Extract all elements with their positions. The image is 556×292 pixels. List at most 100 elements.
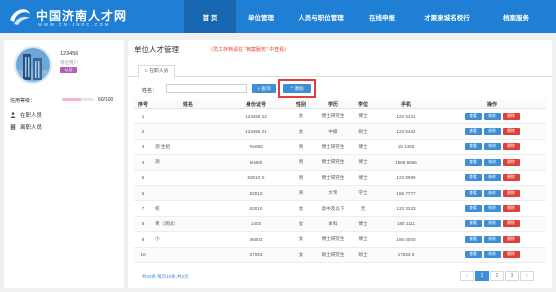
credit-label: 信用等级： xyxy=(10,98,36,104)
cell-education: 高中及以下 xyxy=(314,200,352,217)
edit-button[interactable]: 修改 xyxy=(483,143,501,151)
row-actions: 查看 修改 删除 xyxy=(438,220,546,228)
table-row: 10 37063 女硕士研究生 硕士 17563 6 查看 修改 删除 xyxy=(134,247,546,263)
delete-button[interactable]: 删除 xyxy=(502,235,520,243)
cell-row-index: 5 xyxy=(134,170,152,186)
cell-id-number: 46003 xyxy=(224,231,288,248)
delete-button[interactable]: 删除 xyxy=(502,112,520,120)
cell-education: 本科 xyxy=(314,216,352,233)
view-button[interactable]: 查看 xyxy=(464,251,482,259)
edit-button[interactable]: 修改 xyxy=(483,158,501,166)
edit-button[interactable]: 修改 xyxy=(483,189,501,197)
delete-button[interactable]: 删除 xyxy=(502,251,520,259)
cell-gender: 女 xyxy=(288,108,314,125)
cell-operations: 查看 修改 删除 xyxy=(438,185,546,202)
delete-button[interactable]: 删除 xyxy=(502,143,520,151)
cell-row-index: 10 xyxy=(134,247,152,263)
tab-employed[interactable]: ⌂ 在职人员 xyxy=(138,65,176,78)
credit-score: 60/100 xyxy=(98,97,114,103)
cell-id-number: 123456 22 xyxy=(224,108,288,125)
edit-button[interactable]: 修改 xyxy=(483,251,501,259)
sidebar-item-resigned[interactable]: 离职人员 xyxy=(4,121,124,133)
edit-button[interactable]: 修改 xyxy=(483,235,501,243)
plus-icon: + xyxy=(290,86,294,91)
delete-button[interactable]: 删除 xyxy=(502,158,520,166)
sidebar-item-employed[interactable]: 在职人员 xyxy=(4,109,124,121)
delete-button[interactable]: 删除 xyxy=(502,174,520,182)
table-row: 4测 test6h 男博士研究生 博士 1566 6666 查看 修改 删除 xyxy=(134,154,546,171)
table-row: 9小 46003 女博士研究生 博士 186 0000 查看 修改 删除 xyxy=(134,231,546,248)
edit-button[interactable]: 修改 xyxy=(483,220,501,228)
tab-bar: ⌂ 在职人员 xyxy=(128,62,552,78)
name-search-input[interactable] xyxy=(166,84,247,93)
view-button[interactable]: 查看 xyxy=(464,235,482,243)
cell-staff-name xyxy=(152,247,224,263)
delete-button[interactable]: 删除 xyxy=(502,128,520,136)
nav-campus-recruit[interactable]: 才聚泉城名校行 xyxy=(408,0,486,33)
search-button[interactable]: ⌕ 查询 xyxy=(252,84,276,93)
delete-button[interactable]: 删除 xyxy=(502,205,520,213)
site-logo[interactable]: 中国济南人才网 WWW.CN-JNRC.COM xyxy=(8,3,158,30)
view-button[interactable]: 查看 xyxy=(464,128,482,136)
cell-row-index: 4 xyxy=(134,154,152,171)
table-header-row: 序号 姓名 身份证号 性别 学历 学位 手机 操作 xyxy=(134,100,546,109)
cell-education: 博士研究生 xyxy=(314,108,352,125)
page-1-button[interactable]: 1 xyxy=(475,271,489,281)
nav-unit-management[interactable]: 单位管理 xyxy=(238,0,284,33)
cell-phone: 155 7777 xyxy=(374,185,438,202)
row-actions: 查看 修改 删除 xyxy=(438,251,546,259)
view-button[interactable]: 查看 xyxy=(464,189,482,197)
table-row: 7 校 63010 女高中及以下无 133 3333 查看 修改 删除 xyxy=(134,200,546,217)
cell-gender: 男 xyxy=(288,139,314,156)
cell-education: 博士研究生 xyxy=(314,139,352,156)
credit-progress-fill xyxy=(62,98,82,101)
view-button[interactable]: 查看 xyxy=(464,205,482,213)
edit-button[interactable]: 修改 xyxy=(483,174,501,182)
cell-education: 博士研究生 xyxy=(314,170,352,186)
cell-operations: 查看 修改 删除 xyxy=(438,123,546,140)
cell-operations: 查看 修改 删除 xyxy=(438,231,546,248)
table-row: 5 63010 X 男博士研究生 博士 123 9999 查看 修改 删除 xyxy=(134,170,546,186)
view-button[interactable]: 查看 xyxy=(464,158,482,166)
cell-gender: 女 xyxy=(288,247,314,263)
col-header: 姓名 xyxy=(152,100,224,109)
row-actions: 查看 修改 删除 xyxy=(438,189,546,197)
delete-button[interactable]: 删除 xyxy=(502,189,520,197)
cell-id-number: 63010 xyxy=(224,200,288,217)
cell-degree: 硕士 xyxy=(352,123,374,140)
nav-online-declaration[interactable]: 在线申报 xyxy=(358,0,406,33)
cell-phone: 123 9999 xyxy=(374,170,438,186)
cell-degree: 博士 xyxy=(352,108,374,125)
cell-staff-name xyxy=(152,123,224,140)
table-row: 2 123456 21 女中级 硕士 123 5432 查看 修改 删除 xyxy=(134,123,546,140)
add-button[interactable]: + 添加 xyxy=(283,84,311,93)
col-header: 序号 xyxy=(134,100,152,109)
row-actions: 查看 修改 删除 xyxy=(438,128,546,136)
page-prev-button[interactable]: ‹ xyxy=(460,271,474,281)
edit-button[interactable]: 修改 xyxy=(483,128,501,136)
nav-staff-positions[interactable]: 人员与职位管理 xyxy=(286,0,356,33)
nav-home[interactable]: 首 页 xyxy=(184,0,236,33)
cell-row-index: 3 xyxy=(134,139,152,156)
cell-staff-name: 校 xyxy=(152,200,224,217)
cell-id-number: 63010 X xyxy=(224,170,288,186)
page-2-button[interactable]: 2 xyxy=(490,271,504,281)
cell-row-index: 1 xyxy=(134,108,152,125)
page-3-button[interactable]: 3 xyxy=(505,271,519,281)
view-button[interactable]: 查看 xyxy=(464,112,482,120)
col-header: 学位 xyxy=(352,100,374,109)
nav-archive-service[interactable]: 档案服务 xyxy=(488,0,544,33)
cell-staff-name xyxy=(152,170,224,186)
page-next-button[interactable]: › xyxy=(520,271,534,281)
cell-staff-name: 测 xyxy=(152,154,224,171)
view-button[interactable]: 查看 xyxy=(464,220,482,228)
edit-button[interactable]: 修改 xyxy=(483,205,501,213)
cell-operations: 查看 修改 删除 xyxy=(438,108,546,125)
cell-education: 硕士研究生 xyxy=(314,247,352,263)
delete-button[interactable]: 删除 xyxy=(502,220,520,228)
view-button[interactable]: 查看 xyxy=(464,174,482,182)
col-header: 身份证号 xyxy=(224,100,288,109)
edit-button[interactable]: 修改 xyxy=(483,112,501,120)
cell-degree: 博士 xyxy=(352,216,374,233)
view-button[interactable]: 查看 xyxy=(464,143,482,151)
